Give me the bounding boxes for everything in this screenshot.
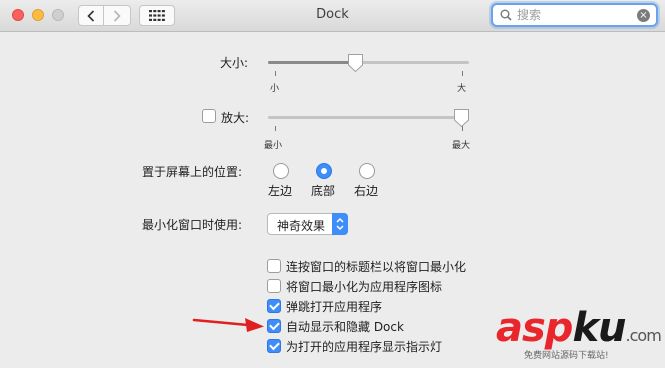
- size-max-tick: [462, 71, 463, 76]
- double-click-titlebar-checkbox[interactable]: [267, 259, 281, 273]
- magnification-slider-track: [268, 116, 469, 119]
- minimize-into-icon-checkbox[interactable]: [267, 279, 281, 293]
- magnification-max-tick: [462, 126, 463, 131]
- popup-arrows-icon: [332, 213, 348, 235]
- double-click-titlebar-label: 连按窗口的标题栏以将窗口最小化: [286, 260, 467, 274]
- position-right-radio[interactable]: [359, 163, 375, 179]
- magnification-label: 放大:: [221, 111, 250, 125]
- minimize-effect-label: 最小化窗口时使用:: [142, 218, 243, 232]
- show-indicators-checkbox[interactable]: [267, 339, 281, 353]
- size-max-label: 大: [457, 84, 467, 94]
- position-left-label: 左边: [268, 184, 293, 198]
- autohide-dock-checkbox[interactable]: [267, 319, 281, 333]
- position-bottom-label: 底部: [311, 184, 336, 198]
- magnification-min-label: 最小: [264, 141, 283, 151]
- size-min-label: 小: [270, 84, 280, 94]
- size-slider-thumb[interactable]: [347, 53, 364, 73]
- magnification-checkbox[interactable]: [202, 109, 216, 123]
- magnification-min-tick: [275, 126, 276, 131]
- search-input[interactable]: [517, 7, 627, 23]
- size-slider-fill: [268, 61, 355, 64]
- position-bottom-radio[interactable]: [316, 163, 332, 179]
- search-icon: [500, 9, 512, 21]
- size-label: 大小:: [220, 56, 249, 70]
- magnification-slider-thumb[interactable]: [453, 108, 470, 128]
- animate-opening-label: 弹跳打开应用程序: [286, 300, 383, 314]
- position-right-label: 右边: [354, 184, 379, 198]
- minimize-effect-value: 神奇效果: [277, 219, 326, 233]
- watermark: aspku.com 免费网站源码下载站!: [496, 308, 662, 361]
- watermark-subtitle: 免费网站源码下载站!: [524, 351, 609, 361]
- position-left-radio[interactable]: [273, 163, 289, 179]
- animate-opening-checkbox[interactable]: [267, 299, 281, 313]
- magnification-max-label: 最大: [452, 141, 471, 151]
- red-arrow-annotation-icon: [192, 318, 264, 332]
- clear-search-icon[interactable]: ×: [637, 9, 650, 22]
- autohide-dock-label: 自动显示和隐藏 Dock: [286, 320, 404, 334]
- position-label: 置于屏幕上的位置:: [142, 165, 243, 179]
- title-bar: Dock ×: [0, 0, 665, 32]
- minimize-effect-popup[interactable]: 神奇效果: [267, 213, 348, 235]
- minimize-into-icon-label: 将窗口最小化为应用程序图标: [286, 280, 443, 294]
- search-field[interactable]: ×: [491, 3, 658, 27]
- show-indicators-label: 为打开的应用程序显示指示灯: [286, 340, 443, 354]
- size-min-tick: [275, 71, 276, 76]
